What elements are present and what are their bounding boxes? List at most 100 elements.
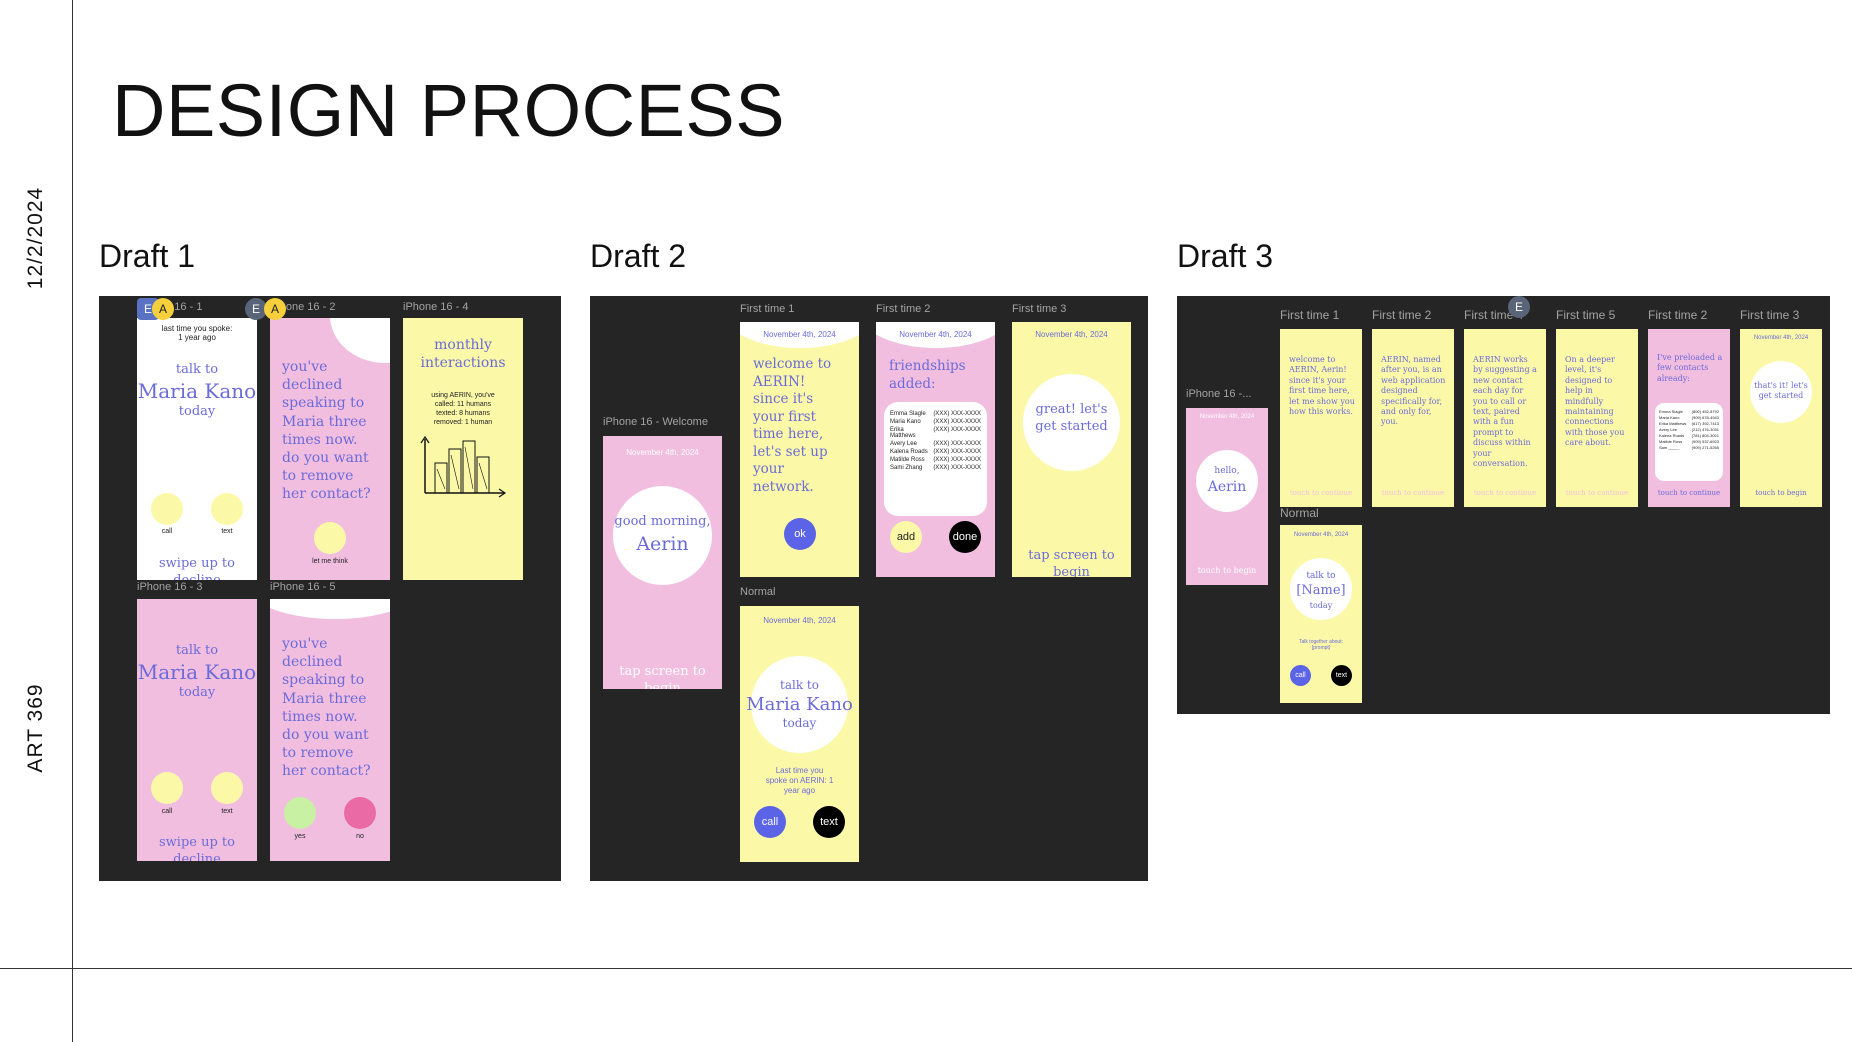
frame-iphone-16-1[interactable]: last time you spoke: 1 year ago talk to …	[137, 318, 257, 580]
prompt-text: Talk together about: [prompt]	[1299, 639, 1343, 651]
talk-to-text: talk to	[780, 678, 819, 692]
frame-normal[interactable]: November 4th, 2024 talk to [Name] today …	[1280, 525, 1362, 703]
no-button[interactable]	[344, 797, 376, 829]
ago-text: 1 year ago	[178, 333, 216, 342]
frame-iphone-16-3[interactable]: talk to Maria Kano today call text swipe…	[137, 599, 257, 861]
call-button[interactable]: call	[754, 806, 786, 838]
course-code: ART 369	[24, 683, 47, 773]
contact-row: Matilde Ross (909) 537-6923	[1659, 439, 1719, 444]
draft-2-board[interactable]: iPhone 16 - Welcome November 4th, 2024 g…	[590, 296, 1148, 881]
frame-first-time-4[interactable]: AERIN works by suggesting a new contact …	[1464, 329, 1546, 507]
welcome-message: welcome to AERIN, Aerin! since it's your…	[1289, 355, 1355, 416]
draft-2-label: Draft 2	[590, 238, 687, 274]
call-button[interactable]	[151, 493, 183, 525]
frame-iphone-16-4[interactable]: monthly interactions using AERIN, you've…	[403, 318, 523, 580]
frame-label: First time 5	[1556, 308, 1616, 322]
contact-name: Maria Kano	[746, 694, 853, 715]
yes-button[interactable]	[284, 797, 316, 829]
draft-3-board[interactable]: iPhone 16 -... November 4th, 2024 hello,…	[1177, 296, 1830, 714]
stats-intro: using AERIN, you've	[431, 392, 495, 399]
today-text: today	[178, 404, 216, 419]
frame-label: First time 3	[1012, 303, 1067, 315]
frame-label: iPhone 16 - 4	[403, 301, 469, 313]
frame-iphone-16-5[interactable]: you've declined speaking to Maria three …	[270, 599, 390, 861]
date-text: November 4th, 2024	[763, 616, 836, 625]
started-message: that's it! let's get started	[1754, 381, 1808, 401]
frame-normal[interactable]: November 4th, 2024 talk to Maria Kano to…	[740, 606, 859, 862]
touch-to-continue-text[interactable]: touch to continue	[1372, 489, 1454, 498]
frame-first-time-3[interactable]: November 4th, 2024 that's it! let's get …	[1740, 329, 1822, 507]
frame-first-time-5[interactable]: On a deeper level, it's designed to help…	[1556, 329, 1638, 507]
call-button[interactable]: call	[1290, 665, 1311, 686]
touch-to-continue-text[interactable]: touch to continue	[1648, 489, 1730, 498]
contact-name: Maria Kano	[137, 660, 257, 684]
tap-to-begin-text[interactable]: tap screen to begin	[603, 664, 722, 689]
think-label: let me think	[312, 558, 348, 565]
touch-to-continue-text[interactable]: touch to continue	[1556, 489, 1638, 498]
date-text: November 4th, 2024	[626, 448, 699, 457]
touch-to-continue-text[interactable]: touch to continue	[1464, 489, 1546, 498]
today-text: today	[782, 716, 817, 730]
yes-label: yes	[294, 833, 306, 840]
draft-3-label: Draft 3	[1177, 238, 1274, 274]
today-text: today	[178, 685, 216, 700]
frame-iphone-16-intro[interactable]: November 4th, 2024 hello, Aerin touch to…	[1186, 408, 1268, 585]
text-button[interactable]: text	[1331, 665, 1352, 686]
frame-label: iPhone 16 - 3	[137, 581, 203, 593]
swipe-decline-text: swipe up to decline	[159, 835, 235, 861]
frame-first-time-2[interactable]: AERIN, named after you, is an web applic…	[1372, 329, 1454, 507]
frame-label: Normal	[1280, 506, 1319, 520]
touch-to-begin-text[interactable]: touch to begin	[1186, 566, 1268, 576]
monthly-title: monthly interactions	[420, 337, 506, 372]
contact-row: Kalena Roads (781) 804-3021	[1659, 433, 1719, 438]
text-button[interactable]	[211, 772, 243, 804]
frame-first-time-1[interactable]: welcome to AERIN, Aerin! since it's your…	[1280, 329, 1362, 507]
collaborator-a-badge: A	[264, 298, 286, 320]
contact-row: Kalena Roads (XXX) XXX-XXXX	[890, 449, 981, 455]
contact-row: Sam _____ (909) 271-5265	[1659, 445, 1719, 450]
frame-label: First time 1	[740, 303, 795, 315]
no-label: no	[356, 833, 364, 840]
contact-row: Matilde Ross (XXX) XXX-XXXX	[890, 457, 981, 463]
frame-first-time-3[interactable]: November 4th, 2024 great! let's get star…	[1012, 322, 1131, 577]
tap-to-begin-text[interactable]: tap screen to begin	[1012, 548, 1131, 577]
talk-to-text: talk to	[175, 362, 219, 377]
touch-to-begin-text[interactable]: touch to begin	[1740, 489, 1822, 498]
contact-list: Emma Slagle (800) 452-8792 Maria Kano (909…	[1655, 403, 1723, 481]
frame-iphone-16-welcome[interactable]: November 4th, 2024 good morning, Aerin t…	[603, 436, 722, 689]
frame-first-time-1[interactable]: November 4th, 2024 welcome to AERIN! sin…	[740, 322, 859, 577]
preloaded-message: I've preloaded a few contacts already:	[1657, 353, 1723, 383]
add-button[interactable]: add	[890, 521, 922, 553]
frame-first-time-2[interactable]: November 4th, 2024 friendships added: Em…	[876, 322, 995, 577]
bottom-rule	[0, 968, 1852, 969]
frame-iphone-16-2[interactable]: you've declined speaking to Maria three …	[270, 318, 390, 580]
touch-to-continue-text[interactable]: touch to continue	[1280, 489, 1362, 498]
decorative-blob	[270, 599, 390, 619]
contact-row: Avery Lee (XXX) XXX-XXXX	[890, 441, 981, 447]
call-button[interactable]	[151, 772, 183, 804]
swipe-decline-text: swipe up to decline	[159, 556, 235, 580]
text-button[interactable]	[211, 493, 243, 525]
user-name: Aerin	[1207, 479, 1247, 495]
done-button[interactable]: done	[949, 521, 981, 553]
contact-row: Erika Matthews (617) 392-7413	[1659, 421, 1719, 426]
think-button[interactable]	[314, 522, 346, 554]
date-text: November 4th, 2024	[1199, 414, 1255, 420]
frame-label: First time 2	[1372, 308, 1432, 322]
user-name: Aerin	[636, 533, 689, 555]
text-label: text	[221, 528, 233, 535]
frame-label: First time 1	[1280, 308, 1340, 322]
today-text: today	[1309, 601, 1333, 610]
frame-first-time-2-contacts[interactable]: I've preloaded a few contacts already: E…	[1648, 329, 1730, 507]
ok-button[interactable]: ok	[784, 518, 816, 550]
talk-to-text: talk to	[1306, 571, 1336, 581]
text-button[interactable]: text	[813, 806, 845, 838]
left-rule	[72, 0, 73, 1042]
decorative-blob	[330, 318, 390, 363]
contact-row: Maria Kano (XXX) XXX-XXXX	[890, 419, 981, 425]
greeting-text: good morning,	[614, 514, 711, 529]
draft-1-board[interactable]: iPhone 16 - 1 last time you spoke: 1 yea…	[99, 296, 561, 881]
decline-message: you've declined speaking to Maria three …	[282, 359, 371, 503]
frame-label: First time 2	[876, 303, 931, 315]
aerin-description: AERIN, named after you, is an web applic…	[1381, 355, 1446, 427]
